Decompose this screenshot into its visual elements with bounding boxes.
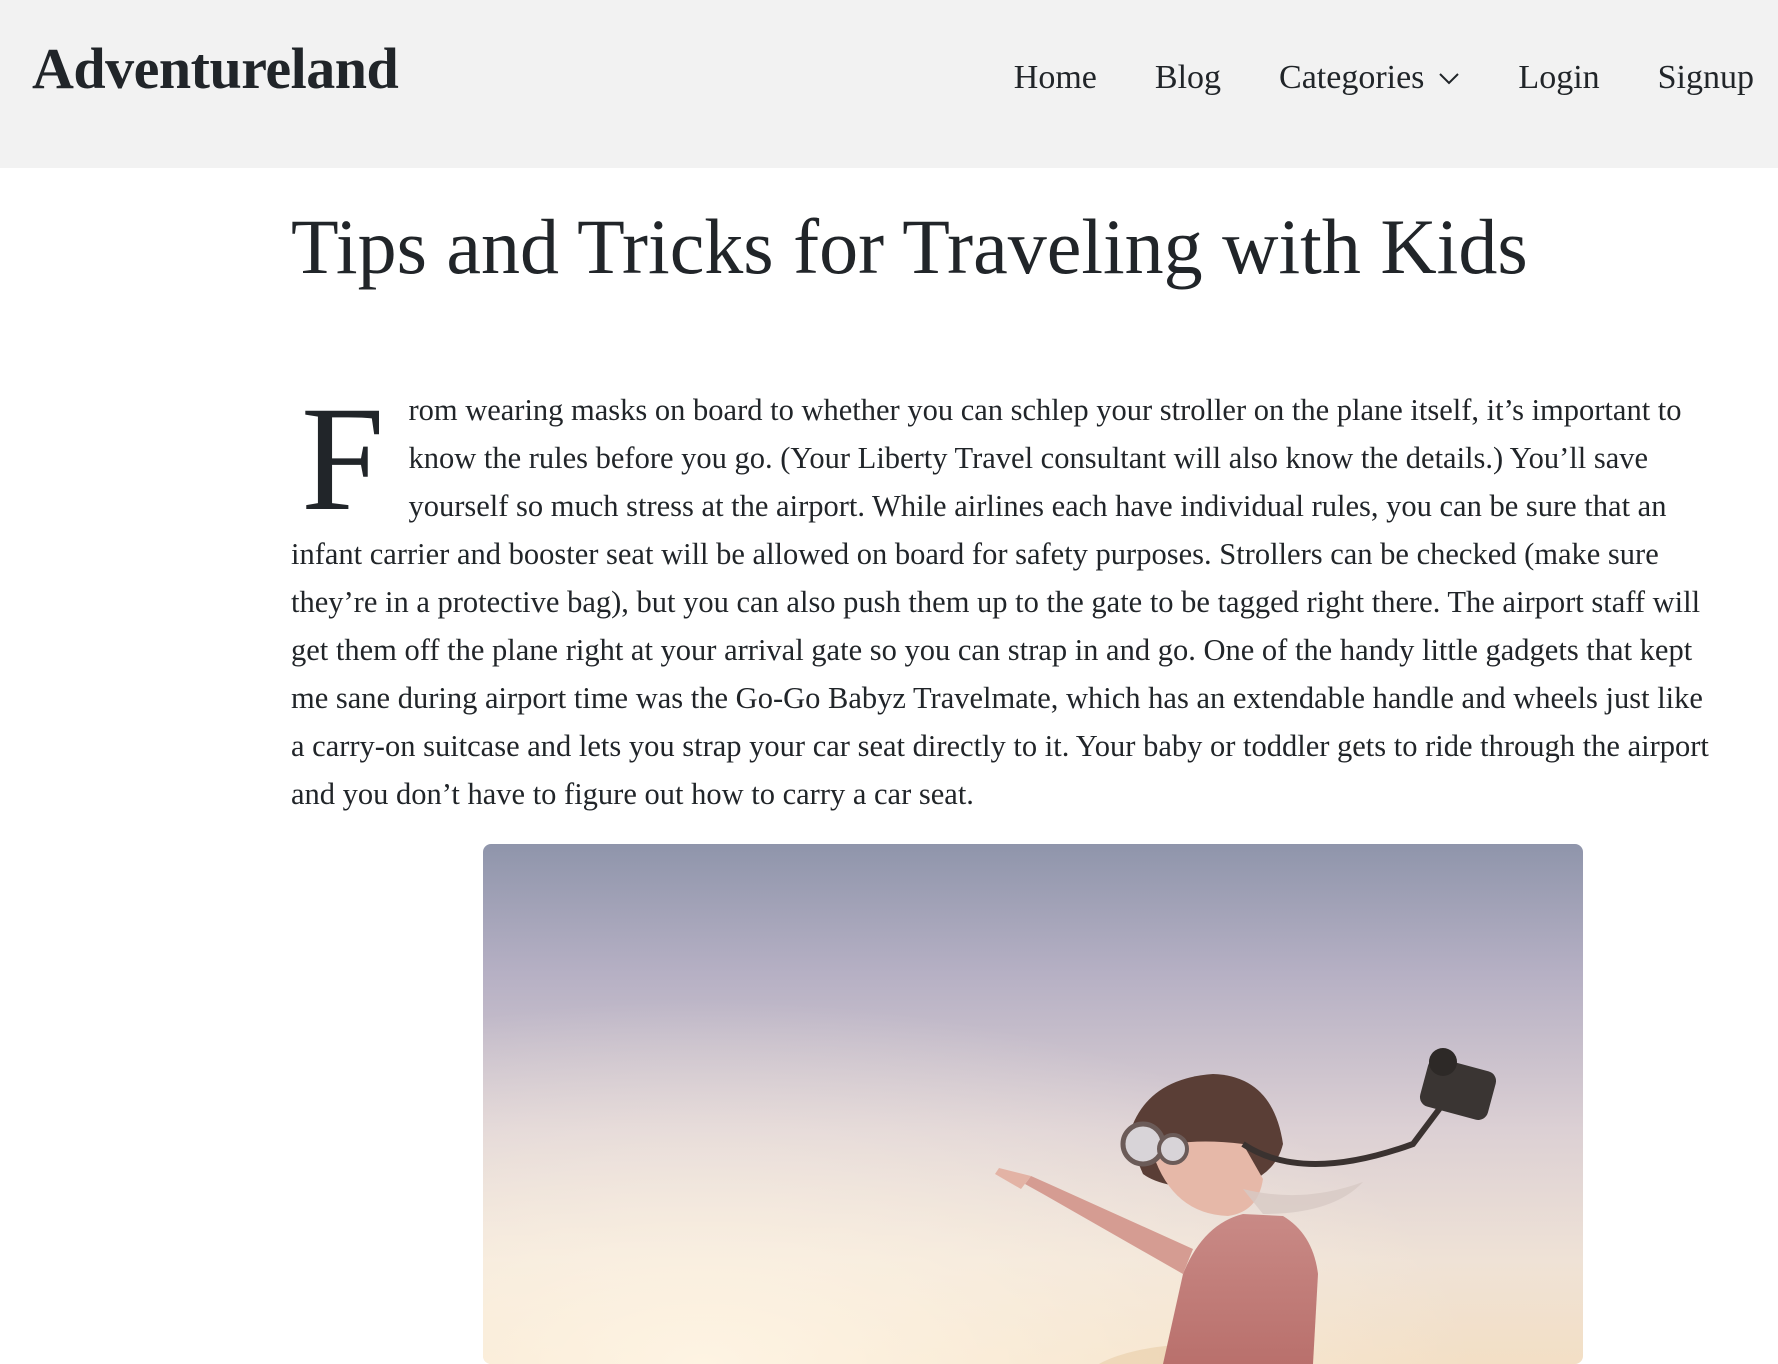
article-body: From wearing masks on board to whether y… (291, 375, 1721, 818)
nav-categories-label: Categories (1279, 59, 1425, 96)
nav-links: Home Blog Categories Login Signup (1014, 56, 1754, 100)
nav-home-link[interactable]: Home (1014, 56, 1097, 100)
child-aviator-photo (483, 844, 1583, 1364)
article-hero-image (483, 844, 1583, 1364)
nav-signup-link[interactable]: Signup (1658, 56, 1754, 100)
nav-blog-link[interactable]: Blog (1155, 56, 1221, 100)
chevron-down-icon (1439, 73, 1460, 85)
article: Tips and Tricks for Traveling with Kids … (291, 168, 1721, 818)
article-body-text: rom wearing masks on board to whether yo… (291, 392, 1709, 811)
brand-logo-link[interactable]: Adventureland (32, 34, 399, 104)
nav-login-link[interactable]: Login (1518, 56, 1599, 100)
drop-cap: F (301, 375, 385, 542)
nav-categories-dropdown[interactable]: Categories (1279, 56, 1460, 100)
article-title: Tips and Tricks for Traveling with Kids (291, 203, 1528, 290)
navbar: Adventureland Home Blog Categories Login… (0, 0, 1778, 168)
